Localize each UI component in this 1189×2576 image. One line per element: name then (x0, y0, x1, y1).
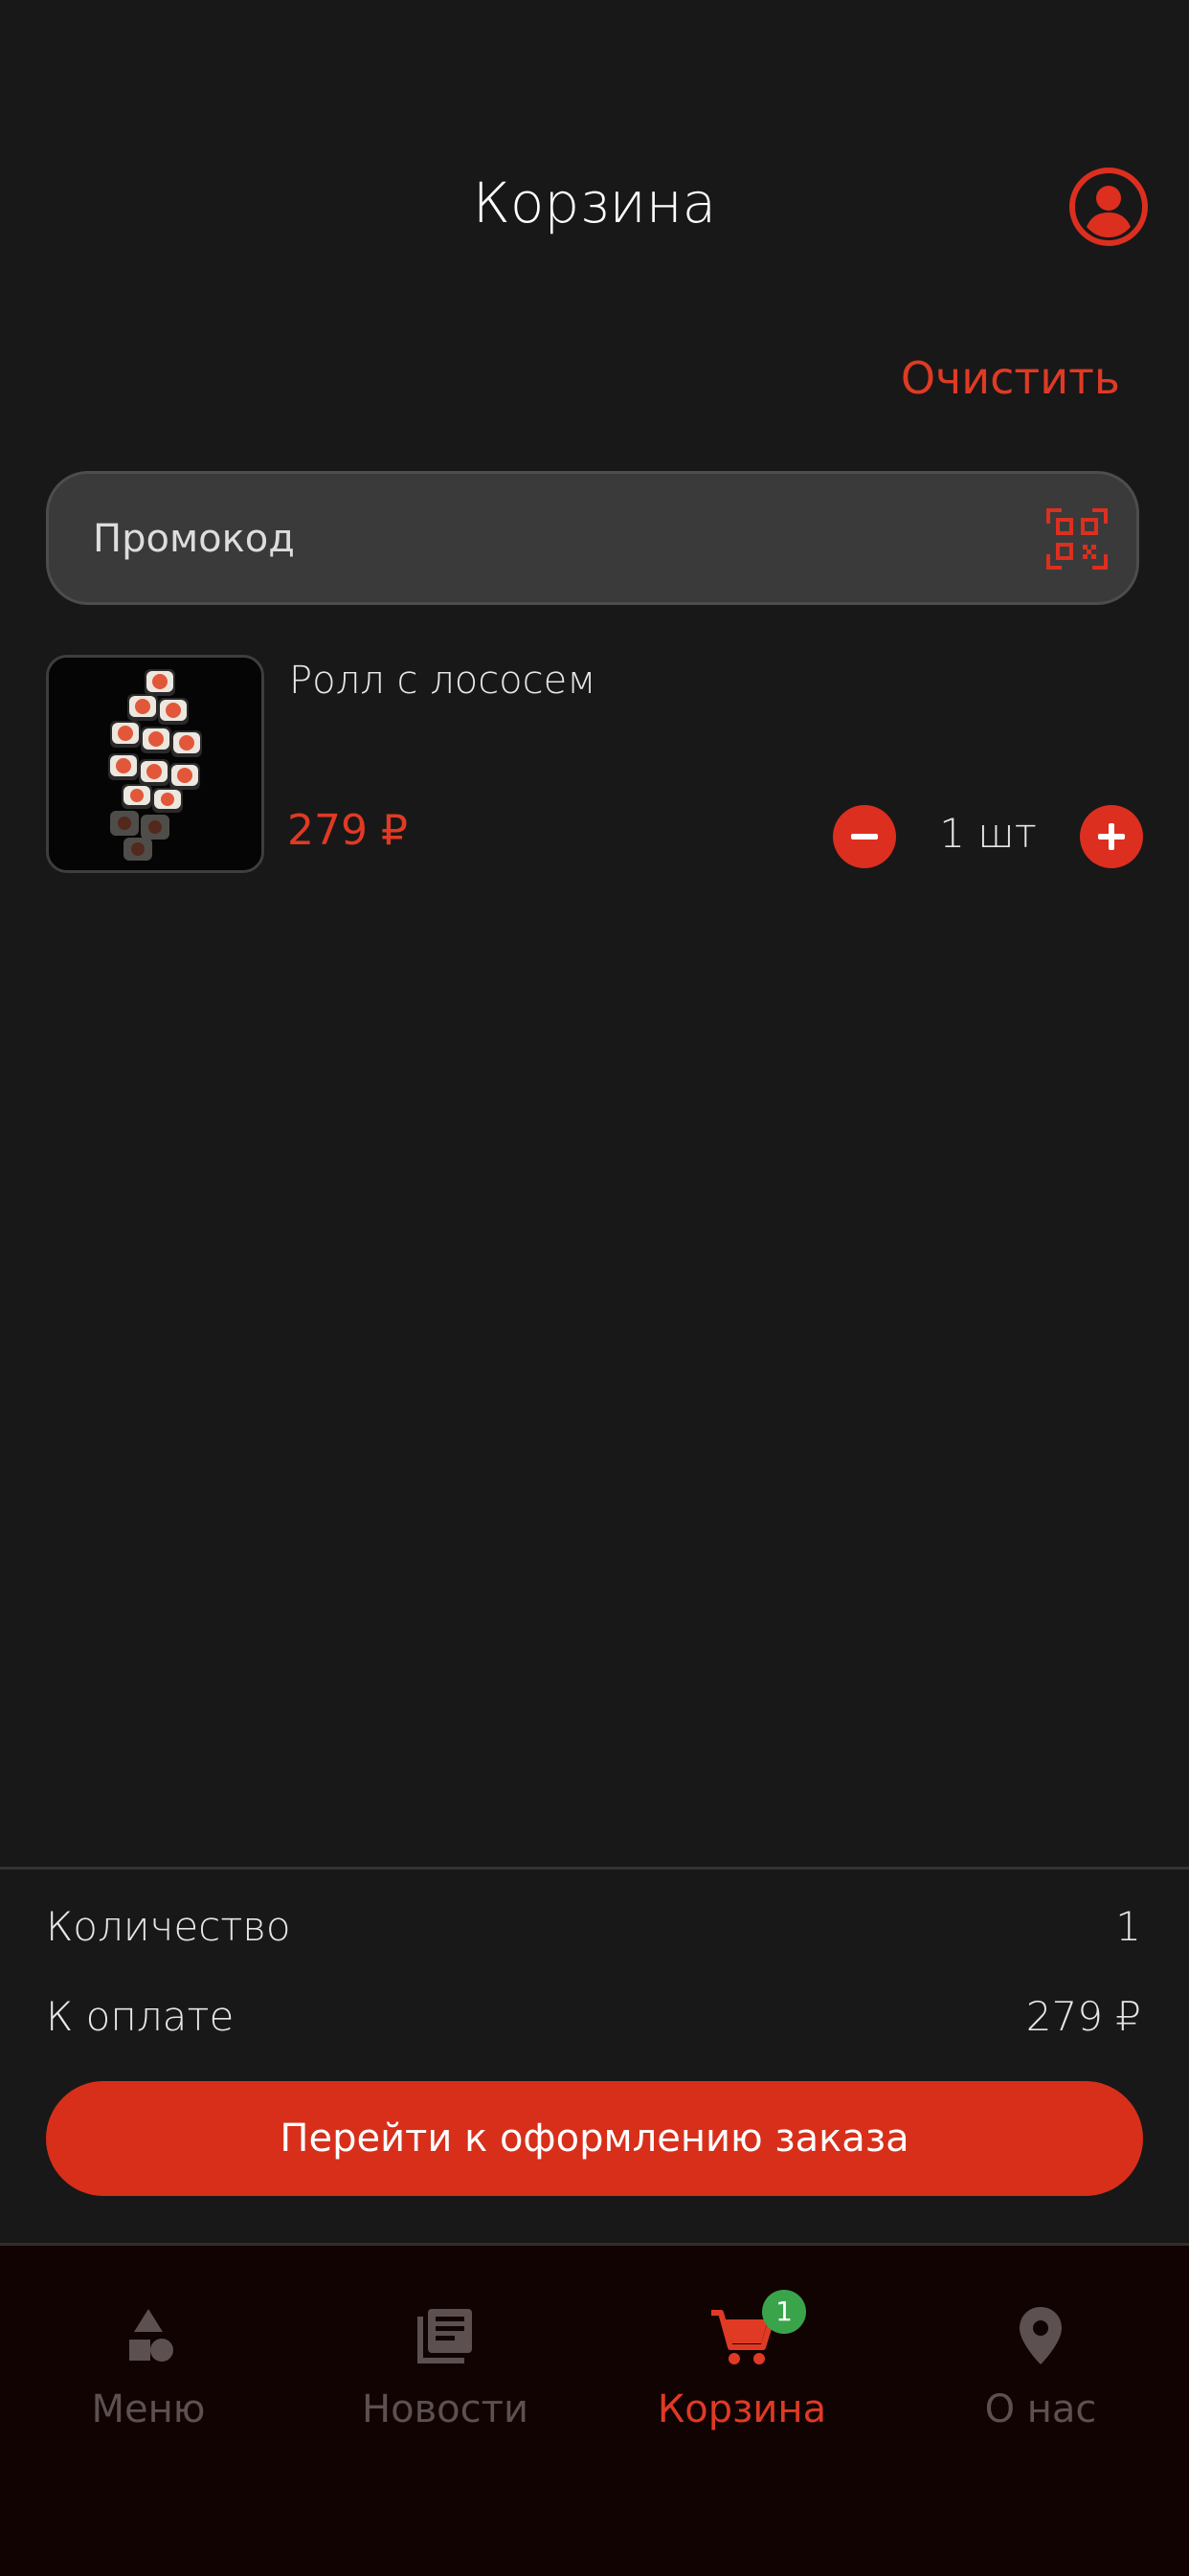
count-value: 1 (1115, 1903, 1141, 1950)
total-value: 279 ₽ (1025, 1993, 1141, 2040)
decrease-quantity-button[interactable] (833, 805, 896, 868)
product-image[interactable] (46, 655, 264, 873)
promo-input[interactable] (91, 474, 956, 604)
tab-label: О нас (984, 2387, 1097, 2431)
tab-about[interactable]: О нас (892, 2246, 1189, 2466)
qr-scan-button[interactable] (1046, 508, 1108, 570)
item-price: 279 ₽ (287, 806, 408, 855)
shapes-icon (129, 2309, 173, 2362)
tab-label: Меню (91, 2387, 206, 2431)
bottom-tab-bar: Меню Новости Корзина 1 О нас (0, 2243, 1189, 2576)
profile-button[interactable] (1068, 167, 1149, 247)
qr-code-icon (1046, 508, 1108, 570)
checkout-button[interactable]: Перейти к оформлению заказа (46, 2081, 1143, 2196)
clear-cart-button[interactable]: Очистить (901, 352, 1120, 404)
news-icon (417, 2309, 472, 2363)
item-name: Ролл с лососем (289, 659, 596, 703)
salmon-roll-photo (49, 658, 261, 870)
increase-quantity-button[interactable] (1080, 805, 1143, 868)
tab-menu[interactable]: Меню (0, 2246, 297, 2466)
tab-news[interactable]: Новости (297, 2246, 594, 2466)
count-label: Количество (46, 1903, 291, 1950)
location-pin-icon (1020, 2307, 1062, 2364)
tab-label: Корзина (657, 2387, 827, 2431)
cart-item: Ролл с лососем 279 ₽ 1 шт (46, 655, 1143, 873)
tab-label: Новости (362, 2387, 528, 2431)
account-circle-icon (1069, 168, 1148, 246)
total-label: К оплате (46, 1993, 235, 2040)
minus-icon (851, 834, 878, 840)
promo-field (46, 471, 1139, 605)
tab-cart[interactable]: Корзина (594, 2246, 890, 2466)
cart-badge: 1 (762, 2290, 806, 2334)
summary-divider (0, 1867, 1189, 1870)
page-title: Корзина (472, 170, 717, 235)
plus-icon (1098, 823, 1125, 850)
item-quantity: 1 шт (939, 810, 1037, 857)
